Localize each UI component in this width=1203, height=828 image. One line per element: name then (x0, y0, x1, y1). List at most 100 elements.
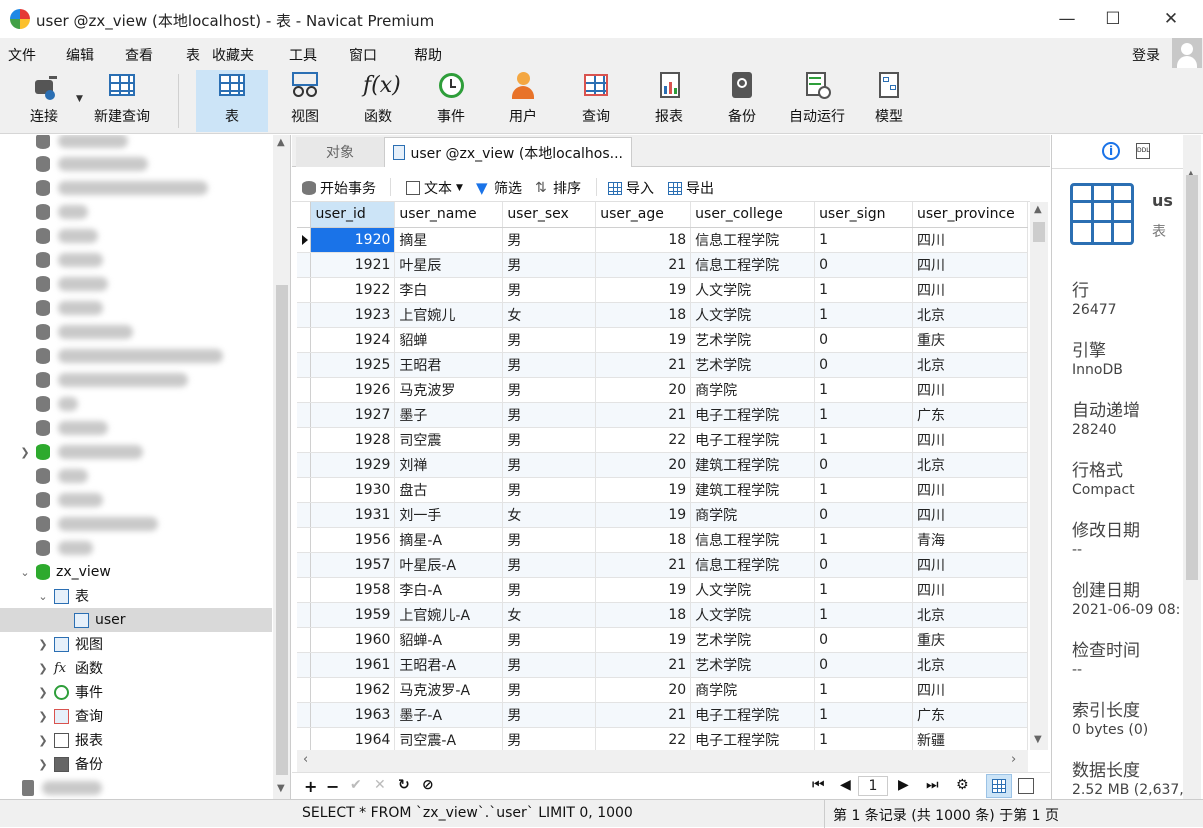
cell-user-age[interactable]: 19 (595, 327, 692, 353)
tree-item-db[interactable] (0, 152, 272, 176)
cell-user-college[interactable]: 电子工程学院 (690, 727, 816, 750)
table-row[interactable]: 1931 刘一手女 19 商学院 0 四川 (297, 502, 1028, 528)
cell-user-sign[interactable]: 1 (814, 477, 913, 503)
scroll-up-icon[interactable]: ▲ (1034, 204, 1042, 215)
tree-item-db[interactable] (0, 488, 272, 512)
cell-user-province[interactable]: 北京 (912, 652, 1028, 678)
scroll-down-icon[interactable]: ▼ (277, 783, 285, 794)
tree-item-views[interactable]: ❯ 视图 (0, 632, 272, 656)
automation-button[interactable]: 自动运行 (779, 70, 855, 132)
grid-scroll-thumb[interactable] (1033, 222, 1045, 242)
row-indicator[interactable] (297, 577, 312, 603)
row-indicator[interactable] (297, 627, 312, 653)
filter-button[interactable]: ▼ 筛选 (476, 178, 522, 198)
cell-user-province[interactable]: 北京 (912, 602, 1028, 628)
cell-user-age[interactable]: 18 (595, 227, 692, 253)
cell-user-age[interactable]: 21 (595, 652, 692, 678)
cell-user-sign[interactable]: 1 (814, 427, 913, 453)
cell-user-id[interactable]: 1957 (310, 552, 396, 578)
minimize-button[interactable]: — (1044, 4, 1090, 34)
cell-user-sex[interactable]: 男 (502, 527, 597, 553)
cell-user-province[interactable]: 四川 (912, 677, 1028, 703)
column-header-user-id[interactable]: user_id (310, 202, 396, 228)
cell-user-age[interactable]: 20 (595, 677, 692, 703)
cell-user-id[interactable]: 1931 (310, 502, 396, 528)
cell-user-sign[interactable]: 0 (814, 552, 913, 578)
cell-user-province[interactable]: 新疆 (912, 727, 1028, 750)
cell-user-id[interactable]: 1964 (310, 727, 396, 750)
row-indicator[interactable] (297, 252, 312, 278)
cell-user-name[interactable]: 上官婉儿-A (394, 602, 504, 628)
cell-user-sign[interactable]: 1 (814, 277, 913, 303)
cell-user-province[interactable]: 北京 (912, 452, 1028, 478)
text-button[interactable]: 文本 ▼ (406, 178, 463, 198)
tree-item-db[interactable] (0, 344, 272, 368)
table-row[interactable]: 1925 王昭君男 21 艺术学院 0 北京 (297, 352, 1028, 378)
grid-vertical-scrollbar[interactable]: ▲ ▼ (1030, 202, 1048, 750)
cell-user-province[interactable]: 重庆 (912, 327, 1028, 353)
tree-item-db[interactable] (0, 512, 272, 536)
cell-user-sign[interactable]: 1 (814, 402, 913, 428)
chevron-right-icon[interactable]: ❯ (36, 662, 50, 675)
tree-item-db[interactable] (0, 296, 272, 320)
delete-record-icon[interactable]: − (326, 777, 339, 796)
tree-item-backups[interactable]: ❯ 备份 (0, 752, 272, 776)
prev-page-icon[interactable]: ◀ (840, 777, 851, 793)
tree-item-db[interactable] (0, 536, 272, 560)
table-button[interactable]: 表 (196, 70, 268, 132)
stop-icon[interactable]: ⊘ (422, 777, 434, 793)
last-page-icon[interactable]: ⏭ (926, 777, 939, 793)
cell-user-college[interactable]: 信息工程学院 (690, 552, 816, 578)
menu-view[interactable]: 查看 (125, 45, 153, 65)
tree-item-queries[interactable]: ❯ 查询 (0, 704, 272, 728)
discard-changes-icon[interactable]: ✕ (374, 777, 386, 793)
cell-user-sex[interactable]: 男 (502, 377, 597, 403)
table-row[interactable]: 1923 上官婉儿女 18 人文学院 1 北京 (297, 302, 1028, 328)
cell-user-sex[interactable]: 男 (502, 727, 597, 750)
cell-user-college[interactable]: 艺术学院 (690, 627, 816, 653)
tree-item-zx-view[interactable]: ⌄ zx_view (0, 560, 272, 584)
cell-user-name[interactable]: 马克波罗 (394, 377, 504, 403)
cell-user-province[interactable]: 四川 (912, 552, 1028, 578)
row-indicator[interactable] (297, 327, 312, 353)
cell-user-college[interactable]: 艺术学院 (690, 352, 816, 378)
cell-user-sign[interactable]: 1 (814, 727, 913, 750)
cell-user-sex[interactable]: 女 (502, 302, 597, 328)
user-button[interactable]: 用户 (487, 70, 559, 132)
cell-user-age[interactable]: 20 (595, 377, 692, 403)
tree-item-reports[interactable]: ❯ 报表 (0, 728, 272, 752)
settings-gear-icon[interactable]: ⚙ (956, 777, 969, 793)
report-button[interactable]: 报表 (633, 70, 705, 132)
cell-user-college[interactable]: 商学院 (690, 377, 816, 403)
tree-item-db[interactable] (0, 368, 272, 392)
cell-user-college[interactable]: 人文学院 (690, 277, 816, 303)
cell-user-sex[interactable]: 男 (502, 402, 597, 428)
cell-user-province[interactable]: 重庆 (912, 627, 1028, 653)
cell-user-name[interactable]: 墨子 (394, 402, 504, 428)
ddl-icon[interactable]: DDL (1136, 143, 1150, 159)
cell-user-sex[interactable]: 男 (502, 677, 597, 703)
chevron-right-icon[interactable]: ❯ (36, 638, 50, 651)
cell-user-name[interactable]: 摘星 (394, 227, 504, 253)
cell-user-college[interactable]: 商学院 (690, 502, 816, 528)
cell-user-sex[interactable]: 男 (502, 577, 597, 603)
cell-user-name[interactable]: 司空震 (394, 427, 504, 453)
cell-user-sex[interactable]: 女 (502, 602, 597, 628)
grid-view-toggle[interactable] (986, 774, 1012, 798)
tab-user-table[interactable]: user @zx_view (本地localhos... (384, 137, 632, 167)
scroll-right-icon[interactable]: › (1011, 752, 1016, 767)
cell-user-province[interactable]: 北京 (912, 302, 1028, 328)
row-indicator[interactable] (297, 527, 312, 553)
cell-user-age[interactable]: 19 (595, 277, 692, 303)
cell-user-name[interactable]: 貂蝉-A (394, 627, 504, 653)
model-button[interactable]: 模型 (853, 70, 925, 132)
menu-edit[interactable]: 编辑 (66, 45, 94, 65)
cell-user-name[interactable]: 盘古 (394, 477, 504, 503)
table-row[interactable]: 1961 王昭君-A 男 21 艺术学院 0 北京 (297, 652, 1028, 678)
cell-user-name[interactable]: 貂蝉 (394, 327, 504, 353)
cell-user-college[interactable]: 人文学院 (690, 602, 816, 628)
refresh-icon[interactable]: ↻ (398, 777, 410, 793)
cell-user-college[interactable]: 艺术学院 (690, 652, 816, 678)
table-row[interactable]: 1964 司空震-A 男 22 电子工程学院 1 新疆 (297, 727, 1028, 750)
cell-user-name[interactable]: 上官婉儿 (394, 302, 504, 328)
